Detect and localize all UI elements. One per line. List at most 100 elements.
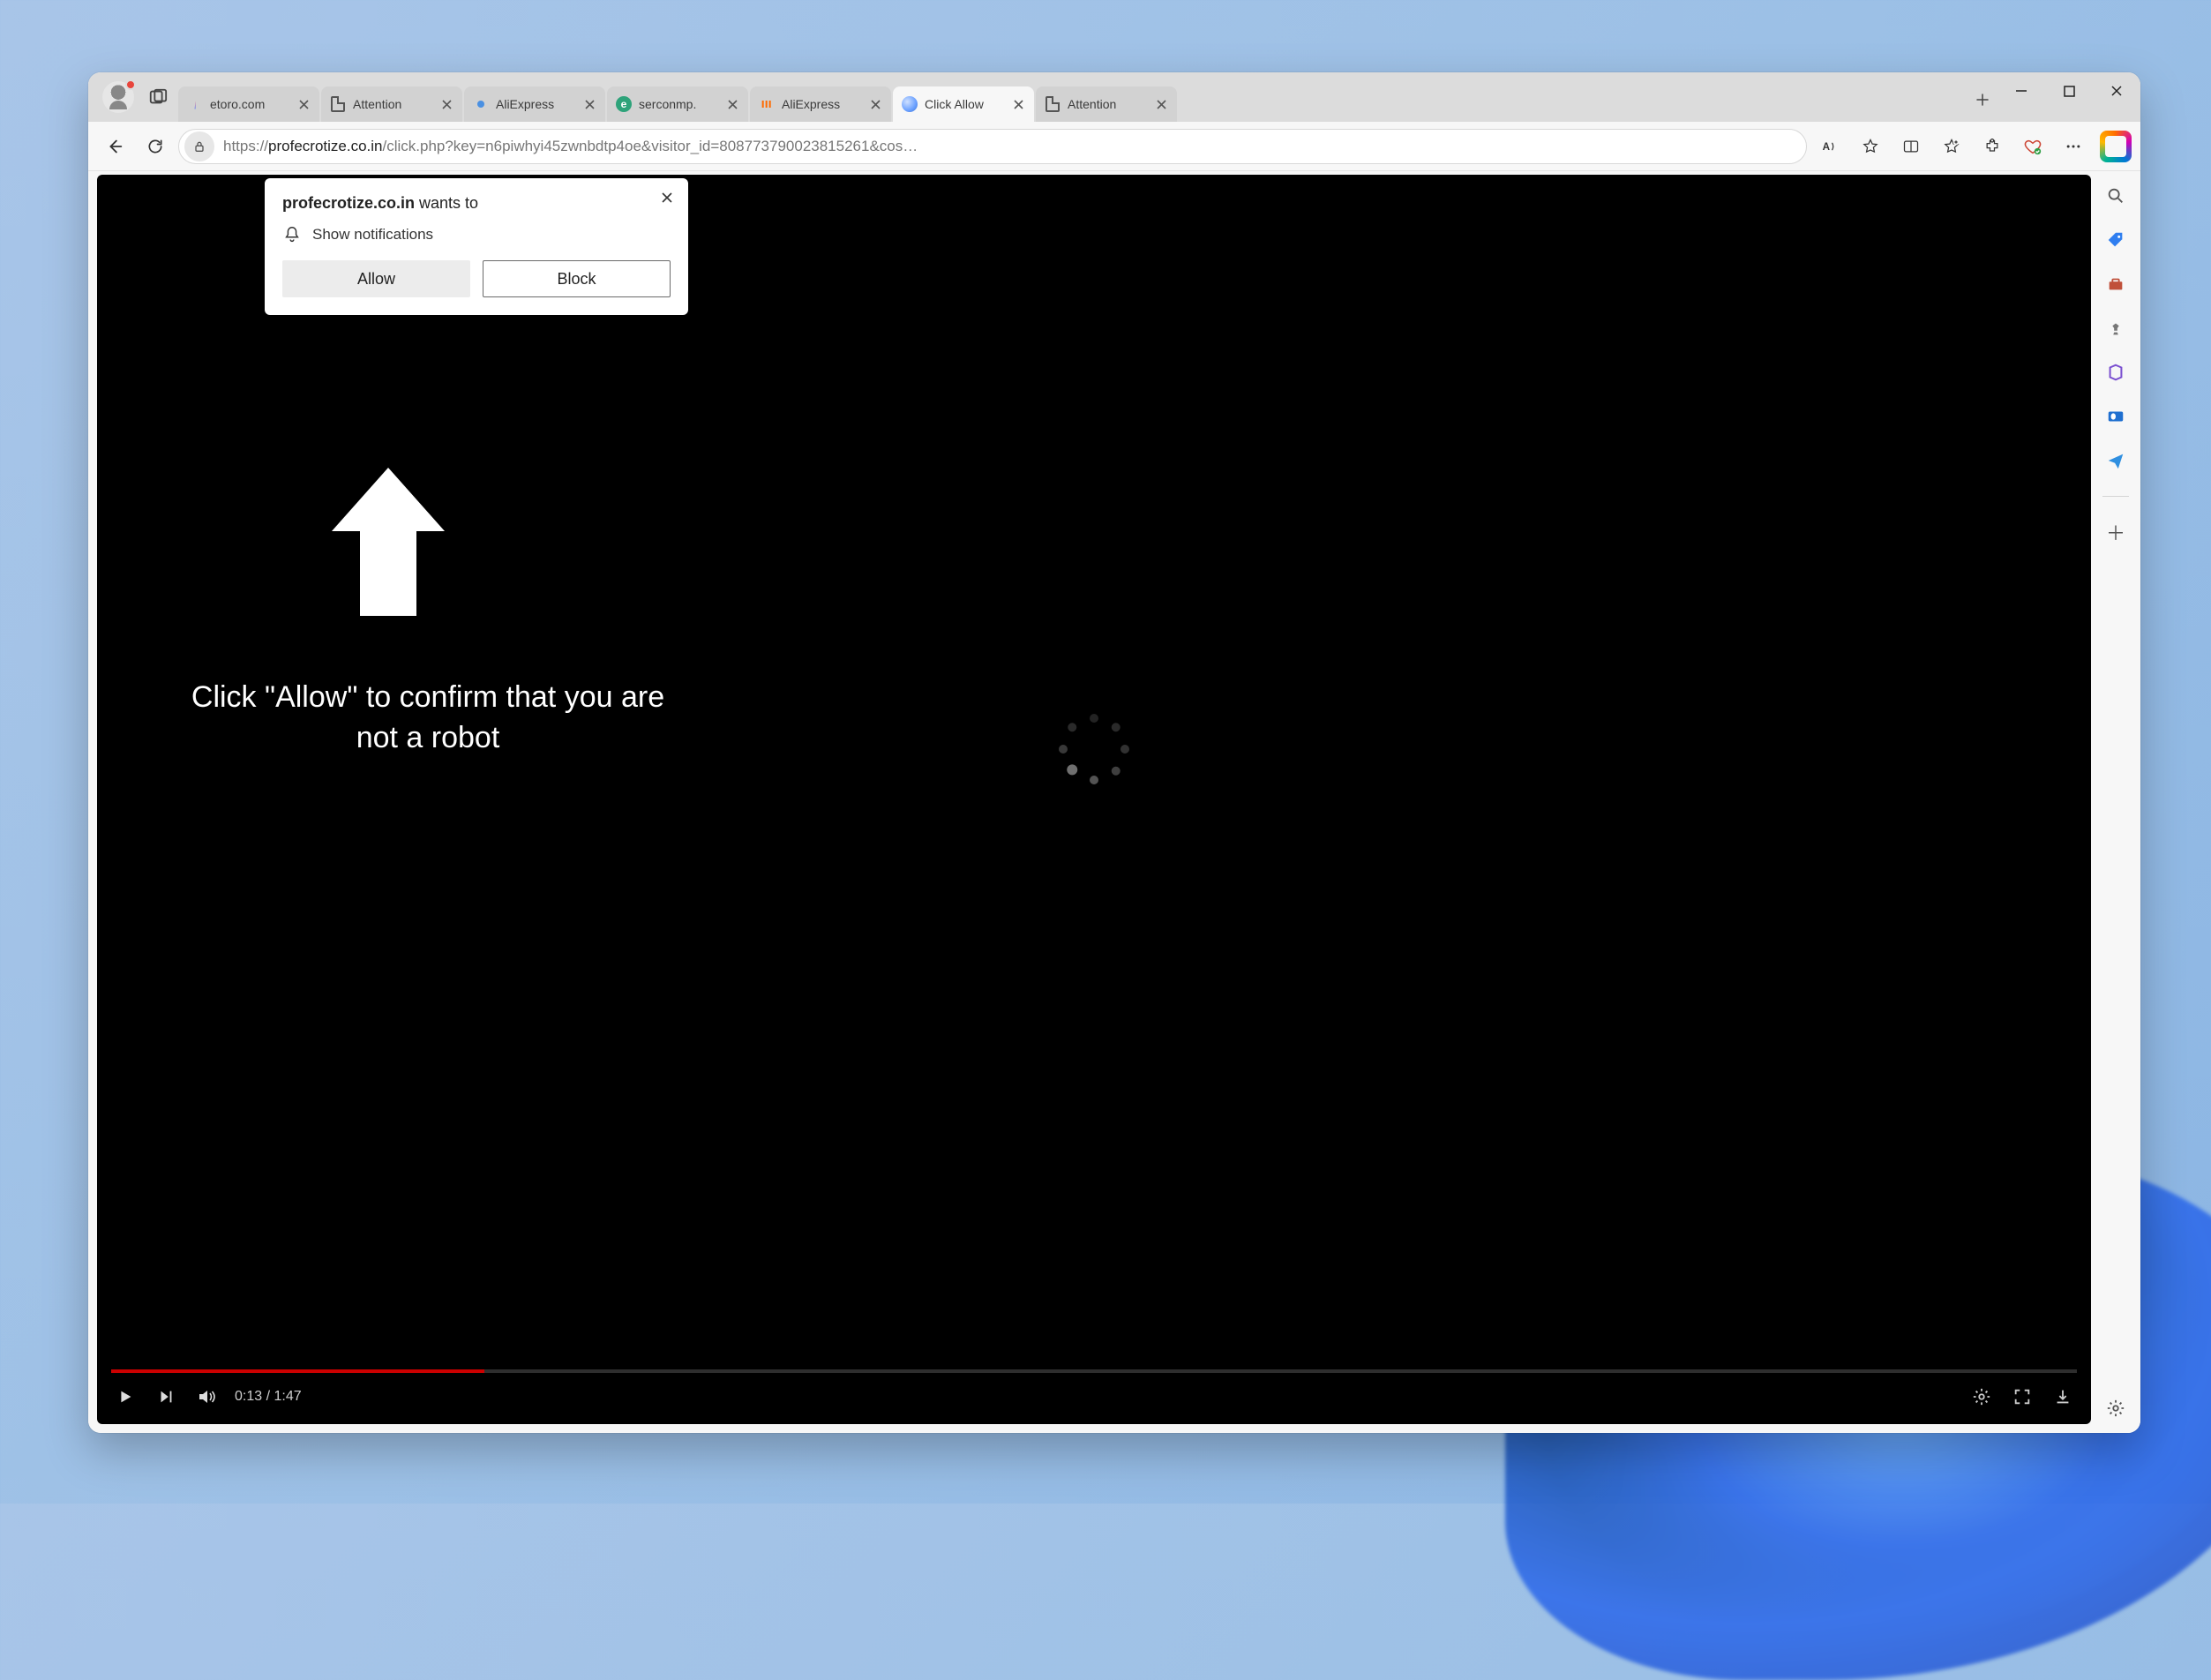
tab-5[interactable]: Click Allow bbox=[893, 86, 1034, 122]
favorite-button[interactable] bbox=[1853, 129, 1888, 164]
block-button[interactable]: Block bbox=[483, 260, 671, 297]
window-controls bbox=[1997, 72, 2140, 109]
tab-close-button[interactable] bbox=[1152, 95, 1170, 113]
site-info-button[interactable] bbox=[184, 131, 214, 161]
edge-sidebar: ＋ bbox=[2091, 171, 2140, 1433]
back-arrow-icon bbox=[105, 137, 124, 156]
maximize-button[interactable] bbox=[2045, 72, 2093, 109]
more-icon bbox=[2065, 138, 2082, 155]
back-button[interactable] bbox=[97, 129, 132, 164]
lock-icon bbox=[192, 139, 206, 154]
minimize-icon bbox=[2015, 85, 2027, 97]
profile-status-dot bbox=[125, 79, 136, 90]
tab-favicon bbox=[759, 96, 775, 112]
svg-text:A: A bbox=[1823, 141, 1831, 153]
gear-icon bbox=[2106, 1399, 2125, 1418]
sidebar-settings-button[interactable] bbox=[2103, 1396, 2128, 1421]
collections-button[interactable] bbox=[1934, 129, 1969, 164]
microsoft-365-icon bbox=[2106, 363, 2125, 382]
sidebar-games-button[interactable] bbox=[2103, 316, 2128, 341]
tab-close-button[interactable] bbox=[1009, 95, 1027, 113]
tab-6[interactable]: Attention bbox=[1036, 86, 1177, 122]
download-button[interactable] bbox=[2050, 1384, 2075, 1409]
allow-button[interactable]: Allow bbox=[282, 260, 470, 297]
heart-pulse-icon bbox=[2023, 137, 2042, 156]
url-path: /click.php?key=n6piwhyi45zwnbdtp4oe&visi… bbox=[382, 138, 918, 154]
next-button[interactable] bbox=[154, 1384, 178, 1409]
sidebar-send-button[interactable] bbox=[2103, 448, 2128, 473]
read-aloud-button[interactable]: A bbox=[1812, 129, 1847, 164]
tab-3[interactable]: e serconmp. bbox=[607, 86, 748, 122]
maximize-icon bbox=[2064, 86, 2075, 97]
tab-title: AliExpress bbox=[782, 97, 859, 111]
refresh-icon bbox=[146, 138, 164, 155]
tab-close-button[interactable] bbox=[295, 95, 312, 113]
play-button[interactable] bbox=[113, 1384, 138, 1409]
fullscreen-button[interactable] bbox=[2010, 1384, 2035, 1409]
extensions-button[interactable] bbox=[1975, 129, 2010, 164]
tab-close-button[interactable] bbox=[866, 95, 884, 113]
toolbox-icon bbox=[2106, 274, 2125, 294]
fullscreen-icon bbox=[2012, 1387, 2032, 1406]
sidebar-add-button[interactable]: ＋ bbox=[2103, 520, 2128, 544]
chess-icon bbox=[2106, 319, 2125, 338]
new-tab-button[interactable] bbox=[1967, 85, 1997, 115]
tab-favicon: // bbox=[187, 96, 203, 112]
workspaces-icon bbox=[148, 87, 168, 107]
volume-button[interactable] bbox=[194, 1384, 219, 1409]
more-button[interactable] bbox=[2056, 129, 2091, 164]
sidebar-search-button[interactable] bbox=[2103, 184, 2128, 208]
video-control-bar: 0:13 / 1:47 bbox=[97, 1369, 2091, 1424]
sidebar-divider bbox=[2102, 496, 2129, 497]
tab-close-button[interactable] bbox=[581, 95, 598, 113]
video-time: 0:13 / 1:47 bbox=[235, 1389, 302, 1405]
tab-title: Attention bbox=[1068, 97, 1145, 111]
tab-1[interactable]: Attention bbox=[321, 86, 462, 122]
toolbar: https://profecrotize.co.in/click.php?key… bbox=[88, 122, 2140, 171]
tab-4[interactable]: AliExpress bbox=[750, 86, 891, 122]
tab-close-button[interactable] bbox=[723, 95, 741, 113]
tab-close-button[interactable] bbox=[438, 95, 455, 113]
outlook-icon bbox=[2106, 407, 2125, 426]
url-host: profecrotize.co.in bbox=[268, 138, 382, 154]
content-row: Click "Allow" to confirm that you are no… bbox=[88, 171, 2140, 1433]
refresh-button[interactable] bbox=[138, 129, 173, 164]
bell-icon bbox=[282, 225, 302, 244]
titlebar: //etoro.comAttentionAliExpresseserconmp.… bbox=[88, 72, 2140, 122]
close-window-button[interactable] bbox=[2093, 72, 2140, 109]
sidebar-m365-button[interactable] bbox=[2103, 360, 2128, 385]
profile-button[interactable] bbox=[102, 81, 134, 113]
copilot-button[interactable] bbox=[2100, 131, 2132, 162]
popup-close-button[interactable] bbox=[655, 185, 679, 210]
plus-icon bbox=[1975, 92, 1990, 108]
popup-title: profecrotize.co.in wants to bbox=[282, 194, 671, 213]
tab-2[interactable]: AliExpress bbox=[464, 86, 605, 122]
popup-capability-label: Show notifications bbox=[312, 226, 433, 244]
sidebar-shopping-button[interactable] bbox=[2103, 228, 2128, 252]
extensions-icon bbox=[1983, 138, 2001, 155]
tab-title: Click Allow bbox=[925, 97, 1002, 111]
minimize-button[interactable] bbox=[1997, 72, 2045, 109]
search-icon bbox=[2106, 186, 2125, 206]
tab-favicon bbox=[473, 96, 489, 112]
browser-essentials-button[interactable] bbox=[2015, 129, 2050, 164]
browser-window: //etoro.comAttentionAliExpresseserconmp.… bbox=[88, 72, 2140, 1433]
page-arrow bbox=[318, 457, 459, 638]
split-screen-button[interactable] bbox=[1893, 129, 1929, 164]
collections-icon bbox=[1943, 138, 1960, 155]
notification-permission-popup: profecrotize.co.in wants to Show notific… bbox=[265, 178, 688, 315]
sidebar-outlook-button[interactable] bbox=[2103, 404, 2128, 429]
tab-favicon bbox=[330, 96, 346, 112]
settings-button[interactable] bbox=[1969, 1384, 1994, 1409]
address-bar[interactable]: https://profecrotize.co.in/click.php?key… bbox=[178, 129, 1807, 164]
url-text: https://profecrotize.co.in/click.php?key… bbox=[214, 138, 1803, 155]
tab-favicon: e bbox=[616, 96, 632, 112]
gear-icon bbox=[1972, 1387, 1991, 1406]
tab-title: serconmp. bbox=[639, 97, 716, 111]
url-scheme: https:// bbox=[223, 138, 268, 154]
close-icon bbox=[2110, 85, 2123, 97]
tab-0[interactable]: //etoro.com bbox=[178, 86, 319, 122]
sidebar-tools-button[interactable] bbox=[2103, 272, 2128, 296]
star-icon bbox=[1862, 138, 1879, 155]
tab-actions-button[interactable] bbox=[143, 82, 173, 112]
